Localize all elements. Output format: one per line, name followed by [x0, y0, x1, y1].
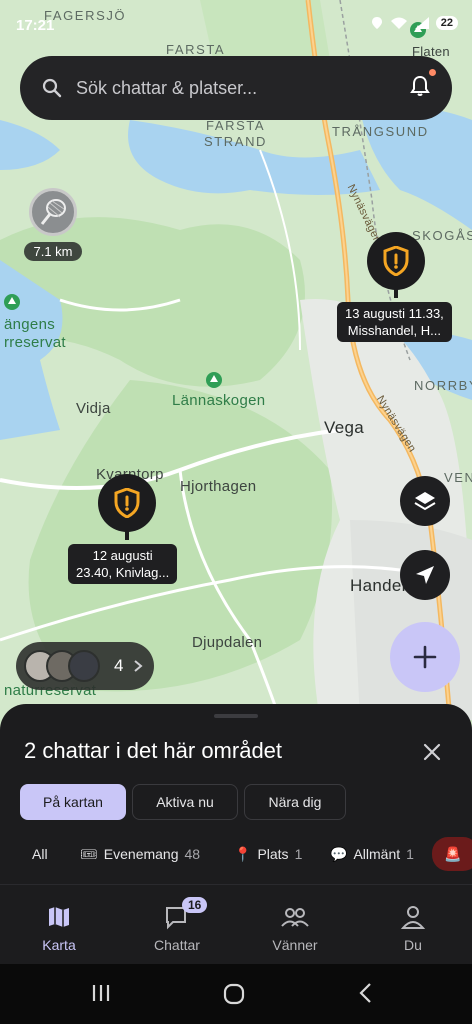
map-label-farsta-strand-1: FARSTA [206, 118, 266, 133]
incident-marker[interactable] [367, 232, 425, 298]
signal-icon [414, 17, 429, 29]
status-bar: 17:21 22 [0, 0, 472, 42]
map-label-lannaskogen: Lännaskogen [172, 392, 266, 409]
incident-marker[interactable] [98, 474, 156, 540]
chip-count: 48 [184, 846, 201, 862]
system-navigation-bar [0, 964, 472, 1024]
bell-icon [410, 75, 430, 96]
chip-evenemang[interactable]: 🎟 Evenemang 48 [80, 840, 200, 868]
incident-label-line-1: 13 augusti 11.33, [345, 306, 444, 321]
incident-label-line-2: Misshandel, H... [347, 323, 441, 338]
home-icon[interactable] [222, 982, 246, 1006]
status-time: 17:21 [16, 17, 55, 34]
map-label-veni: VENI [444, 470, 472, 485]
search-icon [42, 78, 62, 98]
tab-label: Du [404, 937, 422, 953]
tab-vanner[interactable]: Vänner [236, 903, 354, 953]
notification-dot [429, 68, 436, 76]
map-label-djupdalen: Djupdalen [192, 634, 263, 651]
incident-marker-stem [125, 530, 129, 540]
category-chips: All 🎟 Evenemang 48 📍 Plats 1 💬 Allmänt 1… [0, 834, 472, 874]
avatar [68, 650, 100, 682]
status-icons: 22 [370, 16, 458, 30]
ticket-icon: 🎟 [80, 845, 98, 862]
avatar [29, 188, 77, 236]
location-icon [371, 17, 382, 29]
speech-bubble-icon: 💬 [330, 845, 348, 862]
incident-label-line-1: 12 augusti [92, 548, 153, 563]
map-label-langens: ängens [4, 316, 56, 333]
chip-count: 1 [294, 846, 303, 862]
map-label-farsta: FARSTA [166, 42, 226, 57]
pin-icon: 📍 [234, 845, 252, 862]
map-label-hjorthagen: Hjorthagen [180, 478, 257, 495]
chip-label: Plats [257, 846, 289, 862]
tab-label: Chattar [154, 937, 200, 953]
tab-karta[interactable]: Karta [0, 903, 118, 953]
chip-all[interactable]: All [32, 840, 48, 868]
map-icon [49, 907, 69, 927]
close-button[interactable] [420, 740, 444, 769]
chip-count: 1 [406, 846, 414, 862]
profile-icon [400, 906, 426, 929]
wifi-icon [390, 17, 407, 29]
sheet-drag-handle[interactable] [214, 714, 258, 718]
incident-label[interactable]: 12 augusti 23.40, Knivlag... [68, 544, 178, 584]
incident-label-line-2: 23.40, Knivlag... [76, 565, 170, 580]
search-input[interactable]: Sök chattar & platser... [76, 78, 410, 99]
park-pin-icon [206, 372, 222, 388]
park-pin-icon [4, 294, 20, 310]
chip-label: All [32, 846, 48, 862]
friends-icon [281, 908, 309, 927]
sheet-title: 2 chattar i det här området [24, 738, 283, 763]
tab-du[interactable]: Du [354, 903, 472, 953]
chats-bottom-sheet: 2 chattar i det här området På kartan Ak… [0, 704, 472, 884]
plus-icon [413, 645, 437, 669]
chip-label: Allmänt [353, 846, 401, 862]
siren-icon: 🚨 [444, 845, 462, 862]
layers-button[interactable] [400, 476, 450, 526]
map-label-vega: Vega [324, 418, 364, 437]
back-icon[interactable] [356, 982, 376, 1004]
tennis-racket-icon [40, 199, 66, 225]
chip-alert[interactable]: 🚨 [432, 837, 472, 871]
bottom-tab-bar: Karta 16 Chattar Vänner Du [0, 884, 472, 964]
battery-level: 22 [435, 16, 458, 30]
layers-icon [414, 492, 436, 511]
chip-plats[interactable]: 📍 Plats 1 [234, 840, 302, 868]
tab-label: Karta [42, 937, 76, 953]
notifications-button[interactable] [410, 68, 436, 102]
distance-label: 7.1 km [24, 242, 82, 261]
incident-label[interactable]: 13 augusti 11.33, Misshandel, H... [337, 302, 452, 342]
shield-alert-icon [114, 488, 140, 518]
map-label-vidja: Vidja [76, 400, 111, 417]
segment-aktiva-nu[interactable]: Aktiva nu [132, 784, 238, 820]
chevron-right-icon [134, 660, 144, 672]
distance-marker[interactable]: 7.1 km [24, 188, 82, 261]
segment-pa-kartan[interactable]: På kartan [20, 784, 126, 820]
chip-allmant[interactable]: 💬 Allmänt 1 [330, 840, 414, 868]
friends-count: 4 [114, 656, 124, 675]
close-icon [423, 743, 441, 761]
shield-alert-icon [383, 246, 409, 276]
chip-label: Evenemang [103, 846, 179, 862]
map-view[interactable]: FAGERSJÖ FARSTA FARSTA STRAND TRÅNGSUND … [0, 0, 472, 720]
tab-label: Vänner [272, 937, 318, 953]
add-button[interactable] [390, 622, 460, 692]
unread-badge: 16 [182, 897, 208, 913]
incident-marker-stem [394, 288, 398, 298]
search-bar[interactable]: Sök chattar & platser... [20, 56, 452, 120]
segment-nara-dig[interactable]: Nära dig [244, 784, 346, 820]
recent-apps-icon[interactable] [90, 982, 112, 1004]
map-label-norrby: NORRBY [414, 378, 472, 393]
map-label-farsta-strand-2: STRAND [204, 134, 268, 149]
navigation-arrow-icon [416, 566, 434, 584]
tab-chattar[interactable]: 16 Chattar [118, 897, 236, 953]
friends-nearby-pill[interactable]: 4 [16, 642, 154, 690]
map-label-skogas: SKOGÅS [412, 228, 472, 243]
my-location-button[interactable] [400, 550, 450, 600]
map-label-rreservat: rreservat [4, 334, 66, 351]
map-label-trangsund: TRÅNGSUND [332, 124, 429, 139]
